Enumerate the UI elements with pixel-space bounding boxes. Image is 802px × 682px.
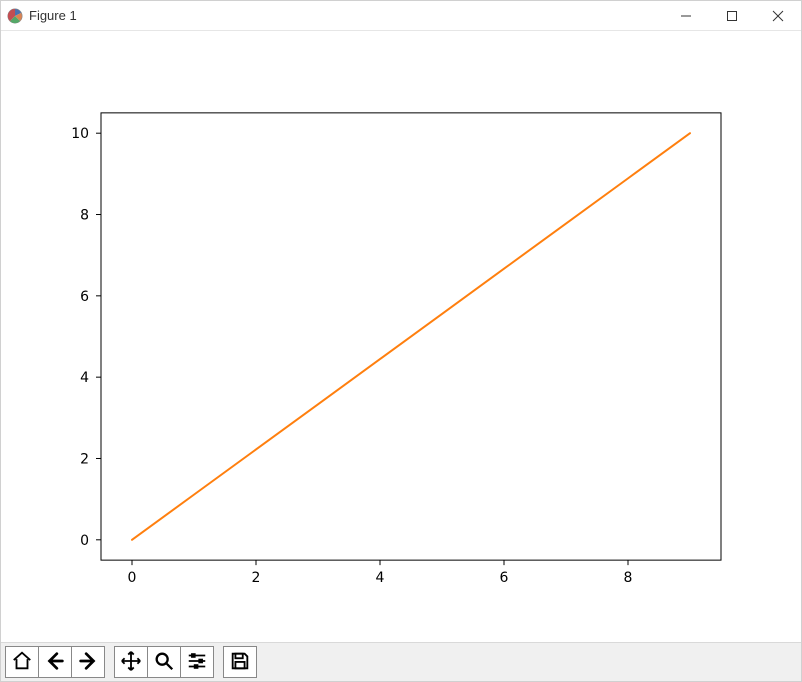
back-button[interactable] xyxy=(38,646,72,678)
plot-canvas[interactable]: 0 2 4 6 8 0 2 4 6 8 10 xyxy=(1,31,801,642)
zoom-button[interactable] xyxy=(147,646,181,678)
arrow-right-icon xyxy=(77,650,99,675)
minimize-button[interactable] xyxy=(663,1,709,30)
figure-window: Figure 1 0 2 4 6 8 0 2 4 6 8 10 xyxy=(0,0,802,682)
ytick-label: 6 xyxy=(80,289,89,305)
ytick-label: 2 xyxy=(80,451,89,467)
toolbar-separator xyxy=(104,646,114,678)
line-series xyxy=(132,133,690,540)
xtick-label: 4 xyxy=(376,570,385,586)
xtick-label: 6 xyxy=(500,570,509,586)
ytick-label: 8 xyxy=(80,208,89,224)
save-button[interactable] xyxy=(223,646,257,678)
window-controls xyxy=(663,1,801,30)
ytick-label: 10 xyxy=(71,126,89,142)
xtick-label: 0 xyxy=(128,570,137,586)
sliders-icon xyxy=(186,650,208,675)
matplotlib-icon xyxy=(7,8,23,24)
maximize-button[interactable] xyxy=(709,1,755,30)
arrow-left-icon xyxy=(44,650,66,675)
xtick-label: 2 xyxy=(252,570,261,586)
move-icon xyxy=(120,650,142,675)
close-button[interactable] xyxy=(755,1,801,30)
home-icon xyxy=(11,650,33,675)
xtick-label: 8 xyxy=(624,570,633,586)
home-button[interactable] xyxy=(5,646,39,678)
configure-button[interactable] xyxy=(180,646,214,678)
matplotlib-toolbar xyxy=(1,642,801,681)
titlebar: Figure 1 xyxy=(1,1,801,31)
ytick-label: 4 xyxy=(80,370,89,386)
magnifier-icon xyxy=(153,650,175,675)
forward-button[interactable] xyxy=(71,646,105,678)
window-title: Figure 1 xyxy=(29,8,77,23)
save-icon xyxy=(229,650,251,675)
pan-button[interactable] xyxy=(114,646,148,678)
titlebar-left: Figure 1 xyxy=(7,8,77,24)
ytick-label: 0 xyxy=(80,533,89,549)
toolbar-separator xyxy=(213,646,223,678)
